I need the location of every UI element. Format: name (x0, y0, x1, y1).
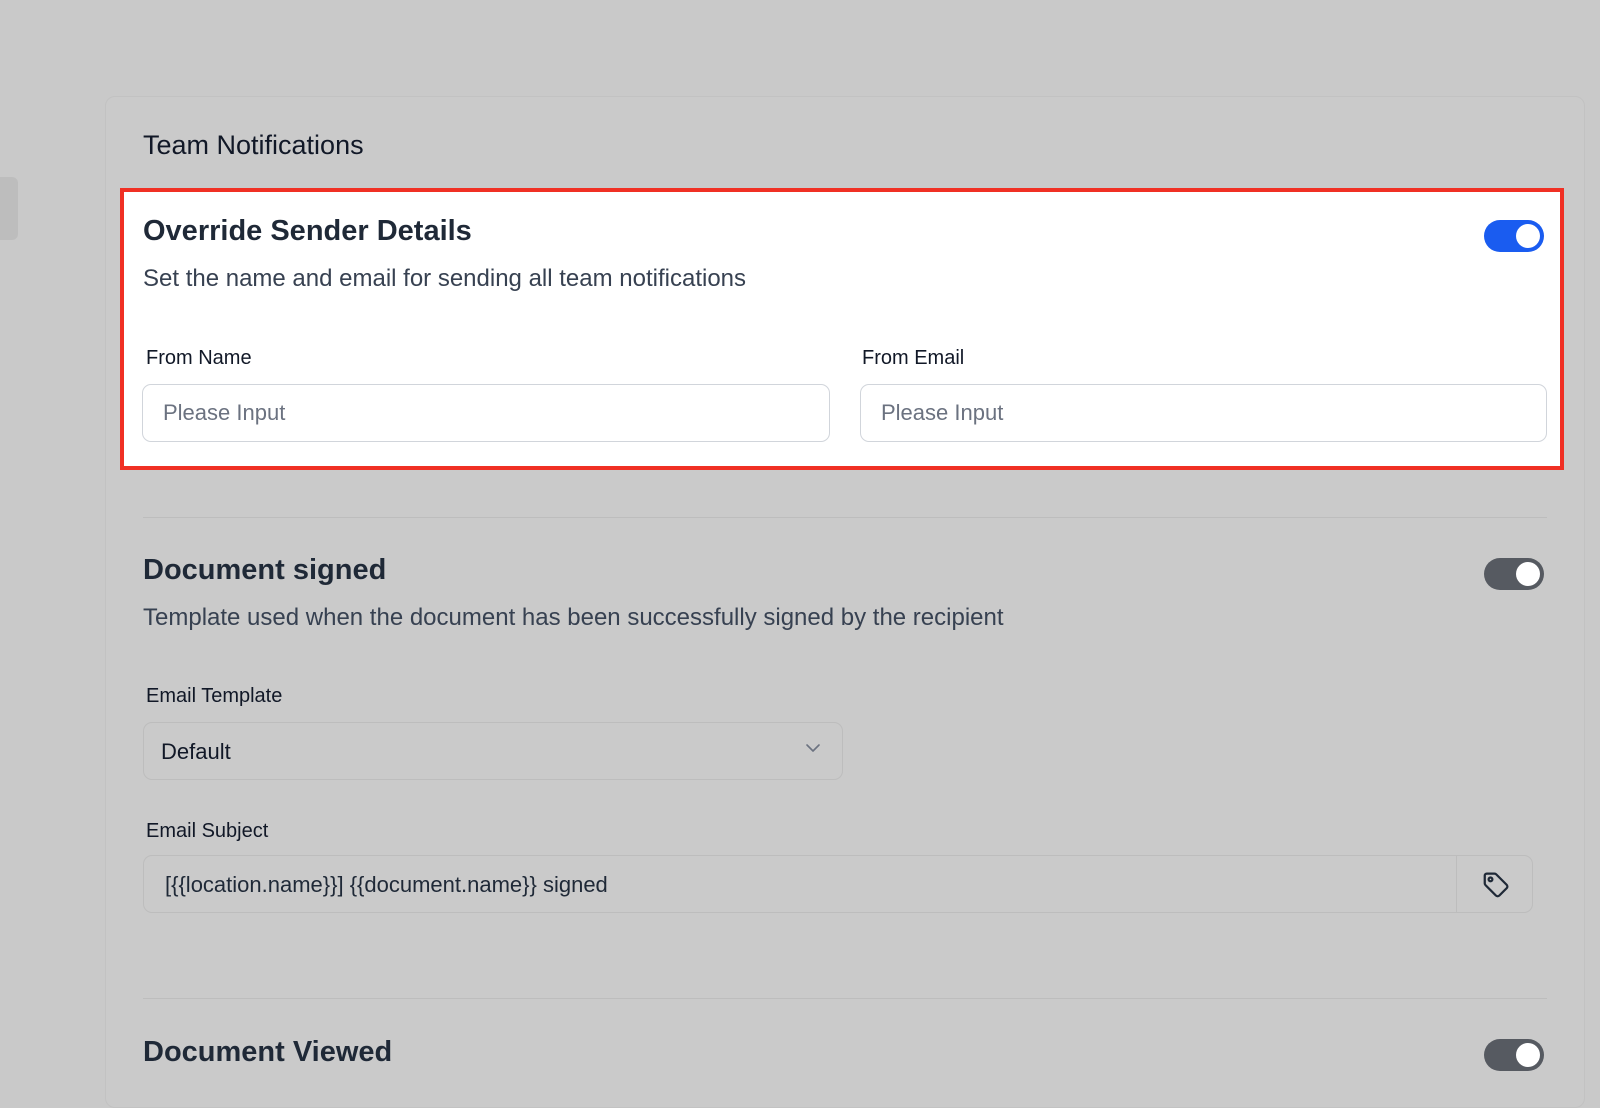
insert-tag-button[interactable] (1456, 856, 1532, 912)
override-sender-title: Override Sender Details (143, 215, 472, 247)
override-sender-description: Set the name and email for sending all t… (143, 265, 747, 292)
document-signed-description: Template used when the document has been… (143, 604, 1004, 631)
toggle-knob (1516, 1043, 1540, 1067)
card-title: Team Notifications (143, 130, 364, 160)
document-signed-toggle[interactable] (1484, 558, 1544, 590)
section-divider (143, 517, 1547, 518)
document-signed-title: Document signed (143, 554, 387, 586)
toggle-knob (1516, 224, 1540, 248)
email-template-select[interactable]: Default (143, 722, 843, 780)
email-template-value: Default (161, 739, 231, 764)
tag-icon (1483, 872, 1509, 898)
override-sender-toggle[interactable] (1484, 220, 1544, 252)
email-subject-value: [{{location.name}}] {{document.name}} si… (165, 872, 608, 897)
section-divider (143, 998, 1547, 999)
from-name-label: From Name (146, 347, 252, 369)
email-subject-input[interactable]: [{{location.name}}] {{document.name}} si… (143, 855, 1533, 913)
document-viewed-toggle[interactable] (1484, 1039, 1544, 1071)
email-template-label: Email Template (146, 685, 283, 707)
side-panel-tab[interactable] (0, 177, 18, 240)
from-email-label: From Email (862, 347, 965, 369)
email-subject-label: Email Subject (146, 820, 269, 842)
from-email-input[interactable] (860, 384, 1547, 442)
toggle-knob (1516, 562, 1540, 586)
from-name-input[interactable] (142, 384, 830, 442)
chevron-down-icon (806, 744, 820, 752)
document-viewed-title: Document Viewed (143, 1036, 393, 1068)
